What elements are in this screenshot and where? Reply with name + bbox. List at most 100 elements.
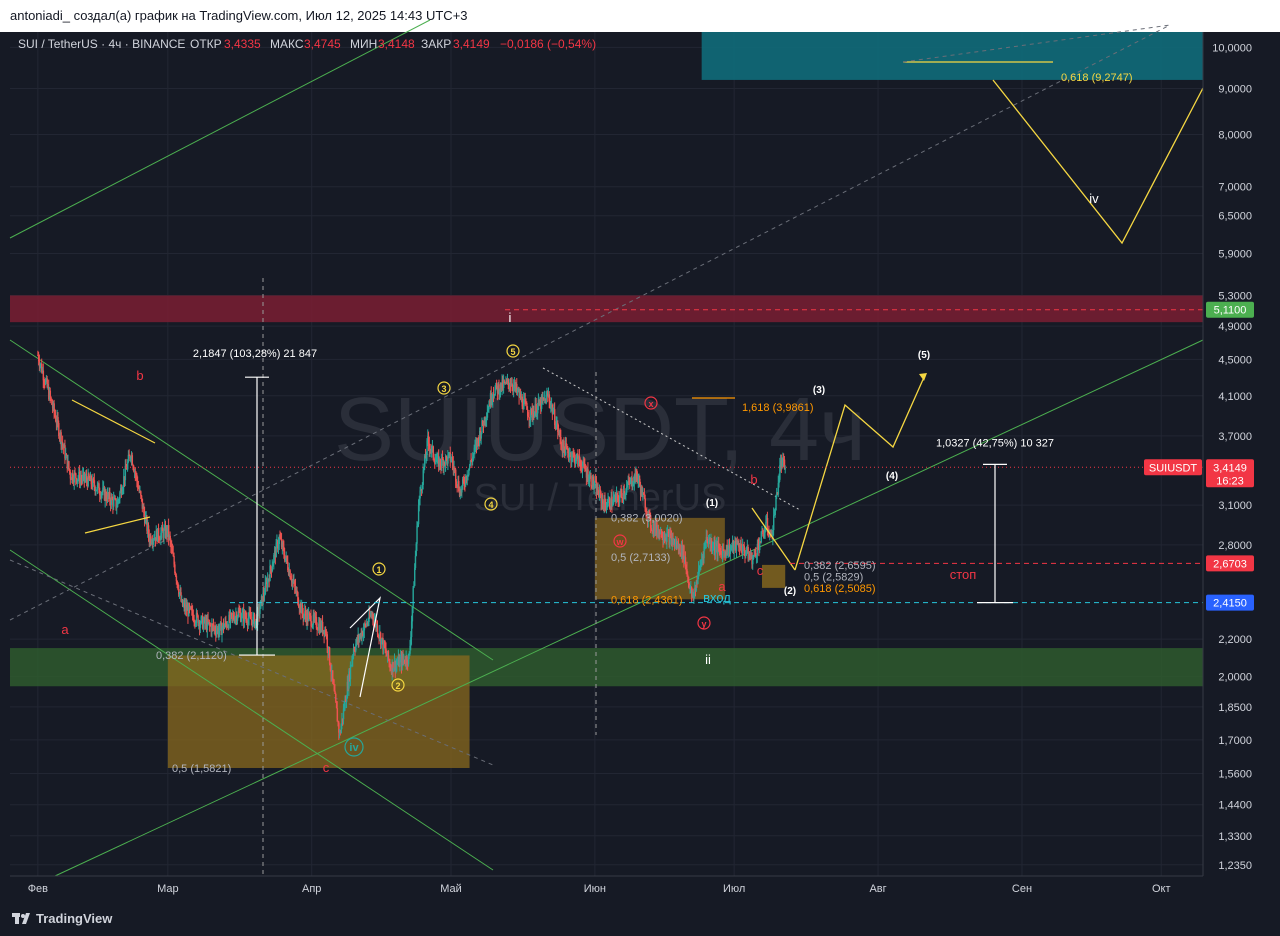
candle-body [387,651,390,660]
fib-label: 0,382 (2,6595) [804,560,876,572]
legend-line: SUI / TetherUS · 4ч · BINANCE ОТКР 3,433… [18,37,596,51]
wave-label: 1 [376,565,381,575]
wave-label: (1) [706,498,718,509]
candle-body [486,411,489,418]
candle-body [140,491,142,496]
price-tick-label: 2,8000 [1218,540,1252,552]
price-tick-label: 1,2350 [1218,860,1252,872]
time-tick-label: Май [440,883,462,895]
wave-label: a [61,622,69,637]
price-tick-label: 1,8500 [1218,702,1252,714]
wave-label: b [136,368,143,383]
price-tick-label: 6,5000 [1218,211,1252,223]
time-tick-label: Июн [584,883,606,895]
fib-box-right [762,564,786,588]
price-tick-label: 1,3300 [1218,831,1252,843]
price-tick-label: 9,0000 [1218,84,1252,96]
candle-body [68,461,70,469]
price-tick-label: 4,1000 [1218,391,1252,403]
candle-body [455,481,458,485]
wave-label: i [509,310,512,325]
price-tick-label: 1,5600 [1218,768,1252,780]
legend-low-value: 3,4148 [378,37,415,51]
legend-high-label: МАКС [270,37,304,51]
wave-label: w [615,537,624,547]
candle-body [742,544,744,554]
candle-body [412,587,414,607]
wave-label: 3 [441,384,446,394]
candle-body [766,517,769,530]
wave-label: ii [705,652,711,667]
candle-body [271,566,274,572]
last-price-tag-countdown: 16:23 [1216,475,1244,487]
price-tick-label: 8,0000 [1218,130,1252,142]
candle-body [259,608,261,614]
time-tick-label: Фев [28,883,48,895]
candle-body [650,528,653,530]
candle-body [496,382,498,387]
candle-body [621,493,623,498]
last-price-tag-text: 3,4149 [1213,462,1247,474]
measure-label: 1,0327 (42,75%) 10 327 [936,437,1054,449]
legend-close-label: ЗАКР [421,37,451,51]
time-tick-label: Мар [157,883,179,895]
measure-label: 2,1847 (103,28%) 21 847 [193,348,317,360]
fib-label: 0,382 (2,1120) [156,650,227,662]
wave-label: c [323,760,330,775]
candle-body [119,492,121,499]
brand-name: TradingView [36,910,113,926]
watermark-symbol: SUIUSDT, 4ч [334,380,866,480]
candle-body [759,542,761,551]
candle-body [590,475,592,486]
price-tick-label: 4,5000 [1218,354,1252,366]
candle-body [679,544,681,554]
symbol-tag-text: SUIUSDT [1149,462,1198,474]
candle-body [774,510,776,516]
wave-label: (4) [886,471,898,482]
candle-body [75,473,77,479]
candle-body [349,665,352,680]
candle-body [328,647,331,664]
candle-body [335,693,337,702]
wave-label: 4 [488,500,493,510]
legend-change: −0,0186 (−0,54%) [500,37,596,51]
stop-annotation: стоп [950,567,977,582]
candle-body [113,498,115,507]
candle-body [528,417,530,421]
wave-label: 2 [395,681,400,691]
wave-label: 5 [510,347,515,357]
candle-body [608,498,611,508]
wave-label: (2) [784,586,796,597]
price-tick-label: 10,0000 [1212,42,1252,54]
wave-label: iv [349,742,359,754]
entry-price-tag-text: 2,4150 [1213,598,1247,610]
entry-annotation: вход [703,590,731,605]
price-tick-label: 5,9000 [1218,249,1252,261]
time-tick-label: Июл [723,883,745,895]
candle-body [140,495,143,499]
price-tick-label: 1,4400 [1218,800,1252,812]
legend-open-value: 3,4335 [224,37,261,51]
candle-body [619,496,621,503]
candle-body [773,515,775,531]
wave-label: y [701,619,706,629]
candle-body [131,455,134,465]
zone-resistance [10,295,1203,323]
fib-label: 0,618 (2,4361) [611,594,683,606]
fib-box-left [167,655,470,768]
legend-high-value: 3,4745 [304,37,341,51]
price-tick-label: 7,0000 [1218,182,1252,194]
price-axis[interactable]: 10,0000 9,0000 8,0000 7,0000 6,5000 5,9000 5,3… [1202,32,1280,876]
legend-open-label: ОТКР [190,37,222,51]
price-tick-label: 4,9000 [1218,321,1252,333]
tradingview-logo[interactable]: TradingView [12,908,112,928]
candle-body [376,625,379,635]
candle-body [127,454,130,463]
tradingview-logo-icon [12,913,30,924]
time-tick-label: Авг [869,883,886,895]
wave-label: (3) [813,385,825,396]
price-tick-label: 3,7000 [1218,431,1252,443]
legend-symbol: SUI / TetherUS · 4ч · BINANCE [18,37,185,51]
price-chart[interactable]: SUIUSDT, 4ч SUI / TetherUS 2,1847 (103,2… [0,0,1280,936]
candle-body [326,634,329,648]
